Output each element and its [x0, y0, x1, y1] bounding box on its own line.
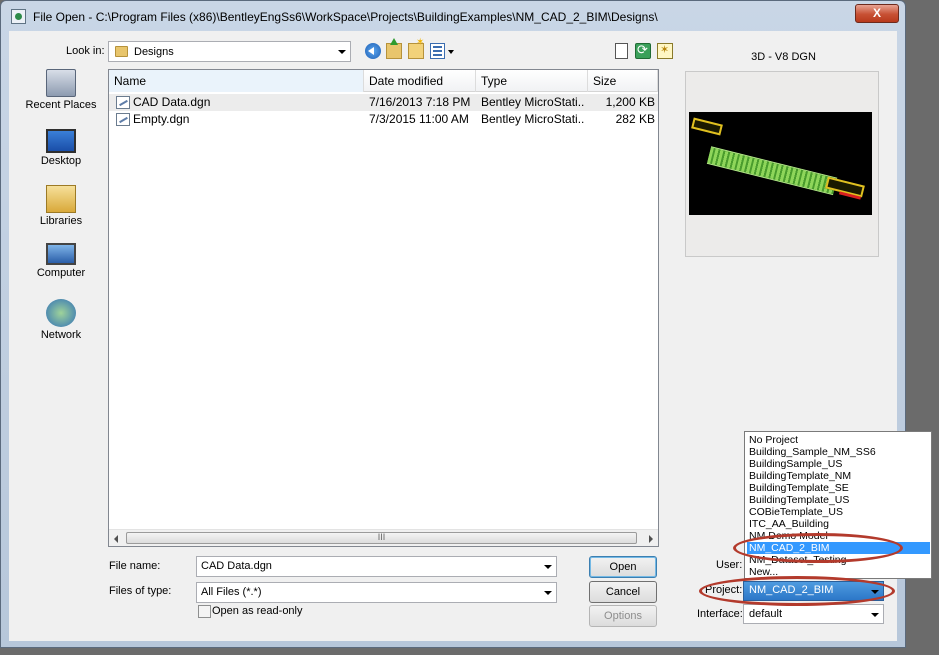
file-open-dialog: File Open - C:\Program Files (x86)\Bentl…	[0, 0, 932, 648]
chevron-down-icon[interactable]	[338, 50, 346, 54]
interface-label: Interface:	[697, 608, 743, 620]
up-folder-icon[interactable]	[386, 38, 402, 59]
place-label: Network	[40, 329, 82, 341]
place-label: Libraries	[39, 215, 83, 227]
folder-icon	[115, 46, 128, 57]
file-list[interactable]: Name Date modified Type Size CAD Data.dg…	[108, 69, 659, 547]
place-label: Recent Places	[25, 99, 97, 111]
project-option[interactable]: BuildingTemplate_SE	[747, 482, 930, 494]
interface-dropdown[interactable]: default	[743, 604, 884, 624]
place-network[interactable]: Network	[15, 299, 107, 341]
place-desktop[interactable]: Desktop	[15, 129, 107, 167]
project-option[interactable]: BuildingTemplate_NM	[747, 470, 930, 482]
column-header-name[interactable]: Name	[109, 70, 364, 92]
interface-value: default	[749, 608, 783, 620]
read-only-label: Open as read-only	[212, 605, 303, 617]
annotation-highlight-ring	[699, 576, 895, 606]
file-name-label: File name:	[109, 560, 161, 572]
chevron-down-icon[interactable]	[544, 565, 552, 569]
dialog-body: Look in: Designs Recent Places Desktop	[9, 31, 932, 641]
place-label: Desktop	[40, 155, 82, 167]
file-size: 1,200 KB	[605, 95, 655, 109]
place-recent-places[interactable]: Recent Places	[15, 69, 107, 111]
file-size: 282 KB	[615, 112, 655, 126]
recent-places-icon	[46, 69, 76, 97]
dgn-file-icon	[116, 113, 130, 126]
files-of-type-label: Files of type:	[109, 585, 172, 597]
read-only-checkbox[interactable]	[198, 605, 211, 618]
file-row[interactable]: CAD Data.dgn 7/16/2013 7:18 PM Bentley M…	[109, 94, 658, 111]
chevron-down-icon[interactable]	[544, 591, 552, 595]
libraries-icon	[46, 185, 76, 213]
look-in-value: Designs	[134, 46, 174, 58]
scroll-left-icon[interactable]	[114, 535, 118, 543]
dgn-file-icon	[116, 96, 130, 109]
views-dropdown-arrow-icon[interactable]	[448, 50, 454, 54]
column-header-type[interactable]: Type	[476, 70, 588, 92]
look-in-dropdown[interactable]: Designs	[108, 41, 351, 62]
preview-title: 3D - V8 DGN	[751, 51, 816, 63]
open-button[interactable]: Open	[589, 556, 657, 578]
places-bar: Recent Places Desktop Libraries Computer…	[15, 69, 107, 379]
place-libraries[interactable]: Libraries	[15, 185, 107, 227]
preview-left-end	[691, 117, 723, 136]
look-in-label: Look in:	[66, 45, 105, 57]
column-header-date-modified[interactable]: Date modified	[364, 70, 476, 92]
favorite-icon[interactable]	[657, 43, 673, 59]
new-file-icon[interactable]	[615, 43, 628, 59]
place-label: Computer	[36, 267, 86, 279]
back-icon[interactable]	[365, 43, 381, 59]
views-menu-icon[interactable]	[430, 43, 445, 59]
network-icon	[46, 299, 76, 327]
file-date: 7/16/2013 7:18 PM	[369, 95, 471, 109]
project-option[interactable]: No Project	[747, 434, 930, 446]
files-of-type-value: All Files (*.*)	[201, 586, 262, 598]
project-option[interactable]: Building_Sample_NM_SS6	[747, 446, 930, 458]
chevron-down-icon[interactable]	[871, 613, 879, 617]
file-row[interactable]: Empty.dgn 7/3/2015 11:00 AM Bentley Micr…	[109, 111, 658, 128]
file-name-value: CAD Data.dgn	[201, 560, 272, 572]
cancel-button[interactable]: Cancel	[589, 581, 657, 603]
refresh-icon[interactable]	[635, 42, 651, 59]
desktop-icon	[46, 129, 76, 153]
file-type: Bentley MicroStati...	[481, 95, 585, 109]
file-type: Bentley MicroStati...	[481, 112, 585, 126]
preview-model-body	[706, 146, 838, 196]
place-computer[interactable]: Computer	[15, 243, 107, 279]
computer-icon	[46, 243, 76, 265]
file-date: 7/3/2015 11:00 AM	[369, 112, 469, 126]
new-folder-icon[interactable]	[408, 37, 424, 59]
file-name: Empty.dgn	[133, 112, 190, 126]
preview-pane	[685, 71, 879, 257]
options-button[interactable]: Options	[589, 605, 657, 627]
window-title: File Open - C:\Program Files (x86)\Bentl…	[33, 10, 658, 24]
title-bar[interactable]: File Open - C:\Program Files (x86)\Bentl…	[1, 1, 905, 31]
file-name-input[interactable]: CAD Data.dgn	[196, 556, 557, 577]
user-label: User:	[716, 559, 743, 571]
annotation-highlight-ring	[733, 533, 903, 563]
files-of-type-dropdown[interactable]: All Files (*.*)	[196, 582, 557, 603]
preview-thumbnail	[689, 112, 872, 215]
close-button[interactable]: X	[855, 4, 899, 23]
scroll-right-icon[interactable]	[649, 535, 653, 543]
project-option[interactable]: BuildingTemplate_US	[747, 494, 930, 506]
app-icon	[11, 9, 26, 24]
column-headers: Name Date modified Type Size	[109, 70, 658, 92]
column-header-size[interactable]: Size	[588, 70, 658, 92]
file-name: CAD Data.dgn	[133, 95, 211, 109]
scrollbar-thumb[interactable]: III	[126, 532, 637, 544]
project-option[interactable]: ITC_AA_Building	[747, 518, 930, 530]
horizontal-scrollbar[interactable]: III	[109, 529, 658, 546]
project-option[interactable]: BuildingSample_US	[747, 458, 930, 470]
project-option[interactable]: COBieTemplate_US	[747, 506, 930, 518]
